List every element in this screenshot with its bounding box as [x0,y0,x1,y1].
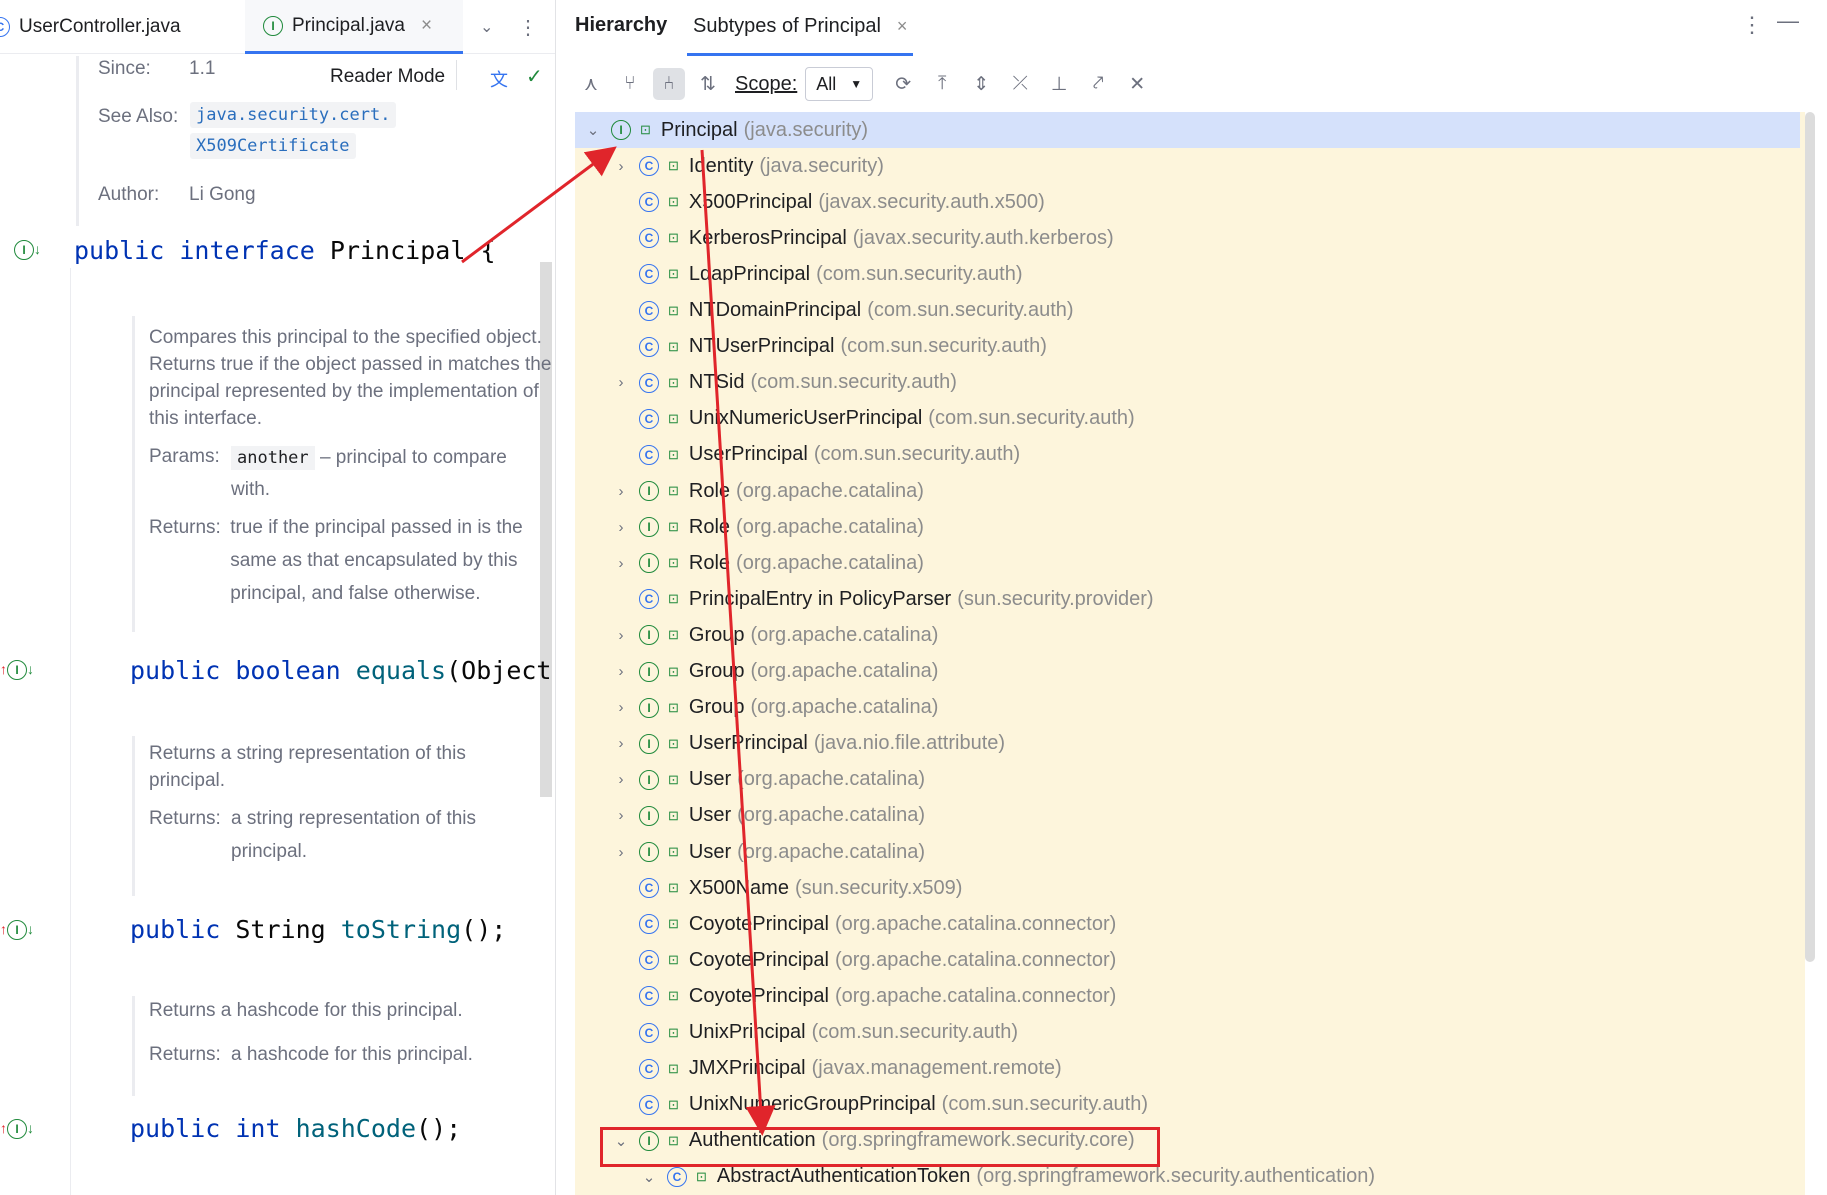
arrow-principal-to-authentication [700,149,776,1136]
arrow-decl-to-principal [461,146,617,264]
annotation-arrows [461,146,776,1136]
